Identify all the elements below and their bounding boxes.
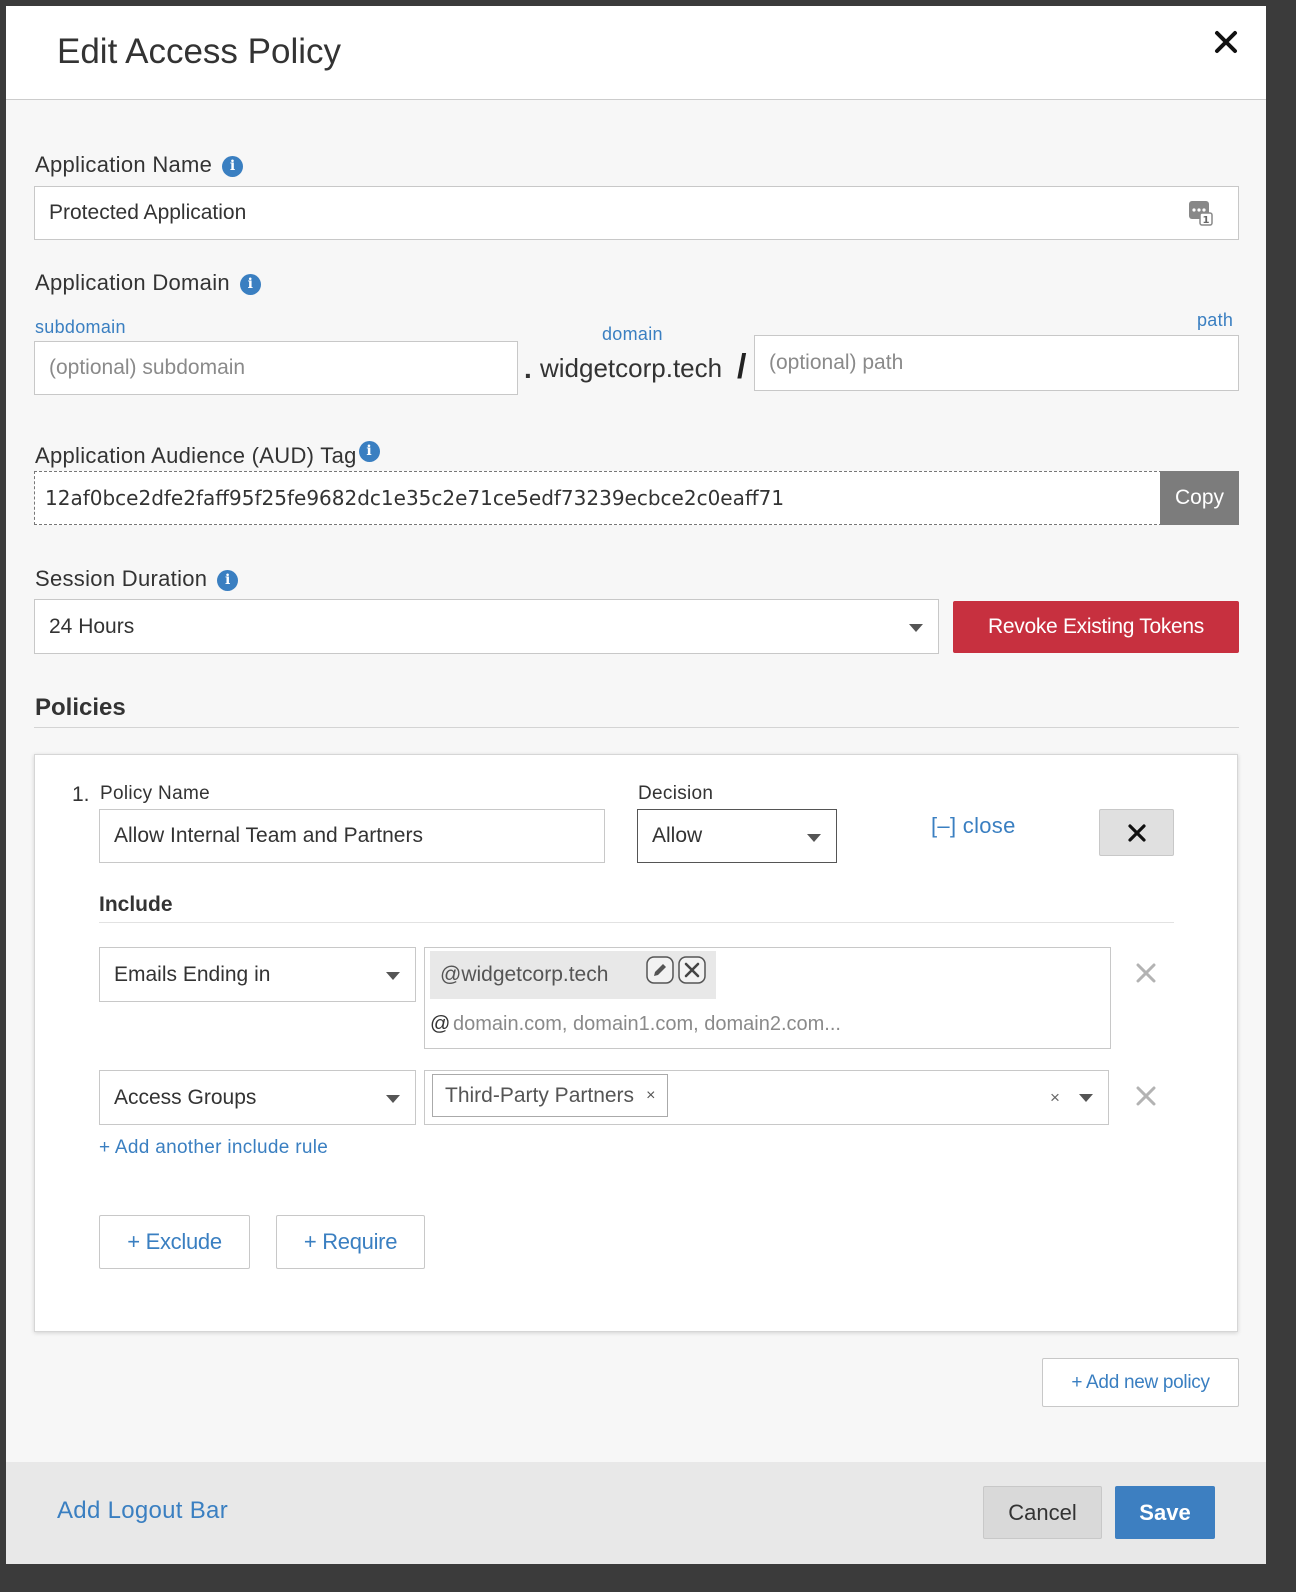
policy-name-input[interactable]: Allow Internal Team and Partners xyxy=(99,809,605,863)
aud-label: Application Audience (AUD) Tag xyxy=(35,443,357,468)
app-name-label-row: Application Name i xyxy=(35,152,244,178)
save-button[interactable]: Save xyxy=(1115,1486,1215,1539)
email-domain-tag-text: @widgetcorp.tech xyxy=(440,963,609,986)
chevron-down-icon[interactable] xyxy=(1079,1094,1093,1102)
policy-name-label: Policy Name xyxy=(100,783,210,804)
edit-access-policy-modal: Edit Access Policy Application Name i Pro… xyxy=(6,6,1266,1564)
remove-rule-icon[interactable] xyxy=(1135,962,1157,989)
remove-tag-icon[interactable] xyxy=(678,956,706,989)
rule-type-value: Emails Ending in xyxy=(114,962,271,986)
aud-tag-value: 12af0bce2dfe2faff95f25fe9682dc1e35c2e71c… xyxy=(45,486,785,510)
close-icon[interactable] xyxy=(1212,28,1240,56)
session-label-row: Session Duration i xyxy=(35,566,239,592)
revoke-tokens-button[interactable]: Revoke Existing Tokens xyxy=(953,601,1239,653)
session-label: Session Duration xyxy=(35,566,208,591)
path-label: path xyxy=(1197,310,1234,330)
app-name-value: Protected Application xyxy=(49,201,247,224)
modal-header: Edit Access Policy xyxy=(6,6,1266,100)
include-divider xyxy=(99,922,1174,923)
policy-number: 1. xyxy=(72,783,90,806)
app-name-label: Application Name xyxy=(35,152,213,177)
session-duration-value: 24 Hours xyxy=(49,614,135,638)
access-group-tag-text: Third-Party Partners xyxy=(445,1083,635,1107)
access-group-tag: Third-Party Partners × xyxy=(432,1074,669,1117)
app-domain-label: Application Domain xyxy=(35,270,230,295)
path-input[interactable]: (optional) path xyxy=(754,335,1239,391)
subdomain-label: subdomain xyxy=(35,317,126,337)
rule-type-select[interactable]: Emails Ending in xyxy=(99,947,416,1002)
info-icon[interactable]: i xyxy=(222,155,244,177)
app-domain-label-row: Application Domain i xyxy=(35,270,261,296)
decision-label: Decision xyxy=(638,783,714,804)
copy-button[interactable]: Copy xyxy=(1160,471,1239,525)
add-include-rule-link[interactable]: + Add another include rule xyxy=(99,1137,328,1159)
rule-type-select[interactable]: Access Groups xyxy=(99,1070,416,1125)
add-exclude-button[interactable]: + Exclude xyxy=(99,1215,250,1269)
email-domains-placeholder: domain.com, domain1.com, domain2.com... xyxy=(453,1013,841,1035)
add-require-button[interactable]: + Require xyxy=(276,1215,425,1269)
app-name-input[interactable]: Protected Application xyxy=(34,186,1239,240)
policy-card: 1. Policy Name Allow Internal Team and P… xyxy=(34,754,1238,1332)
chevron-down-icon xyxy=(909,624,923,632)
add-new-policy-button[interactable]: + Add new policy xyxy=(1042,1358,1239,1407)
info-icon[interactable]: i xyxy=(217,569,239,591)
aud-label-row: Application Audience (AUD) Tag i xyxy=(35,440,380,469)
aud-tag-field[interactable]: 12af0bce2dfe2faff95f25fe9682dc1e35c2e71c… xyxy=(34,471,1162,525)
password-manager-icon[interactable]: 1 xyxy=(1188,200,1214,231)
session-duration-select[interactable]: 24 Hours xyxy=(34,599,939,654)
remove-tag-icon[interactable]: × xyxy=(646,1087,655,1105)
chevron-down-icon xyxy=(807,834,821,842)
subdomain-placeholder: (optional) subdomain xyxy=(49,356,246,379)
modal-title: Edit Access Policy xyxy=(57,32,341,71)
policies-title: Policies xyxy=(35,694,126,721)
include-title: Include xyxy=(99,893,173,916)
rule-type-value: Access Groups xyxy=(114,1085,257,1109)
decision-value: Allow xyxy=(652,824,703,847)
chevron-down-icon xyxy=(386,1095,400,1103)
svg-text:1: 1 xyxy=(1203,215,1210,226)
path-placeholder: (optional) path xyxy=(769,351,904,374)
path-slash: / xyxy=(737,348,747,386)
chevron-down-icon xyxy=(386,972,400,980)
add-logout-bar-link[interactable]: Add Logout Bar xyxy=(57,1497,228,1525)
domain-dot: . xyxy=(524,353,532,384)
domain-label: domain xyxy=(602,324,663,344)
policies-divider xyxy=(34,727,1239,728)
info-icon[interactable]: i xyxy=(358,440,380,462)
policy-name-value: Allow Internal Team and Partners xyxy=(114,824,423,847)
info-icon[interactable]: i xyxy=(239,273,261,295)
subdomain-input[interactable]: (optional) subdomain xyxy=(34,341,518,395)
delete-policy-button[interactable] xyxy=(1099,809,1174,856)
clear-selection-icon[interactable]: × xyxy=(1050,1088,1060,1108)
remove-rule-icon[interactable] xyxy=(1135,1085,1157,1112)
cancel-button[interactable]: Cancel xyxy=(983,1486,1102,1539)
email-prefix: @ xyxy=(430,1013,451,1035)
domain-value: widgetcorp.tech xyxy=(540,353,723,383)
close-policy-link[interactable]: [–] close xyxy=(931,813,1016,839)
modal-footer: Add Logout Bar Cancel Save xyxy=(6,1462,1266,1564)
pencil-icon[interactable] xyxy=(646,956,674,989)
close-icon xyxy=(1127,823,1146,842)
